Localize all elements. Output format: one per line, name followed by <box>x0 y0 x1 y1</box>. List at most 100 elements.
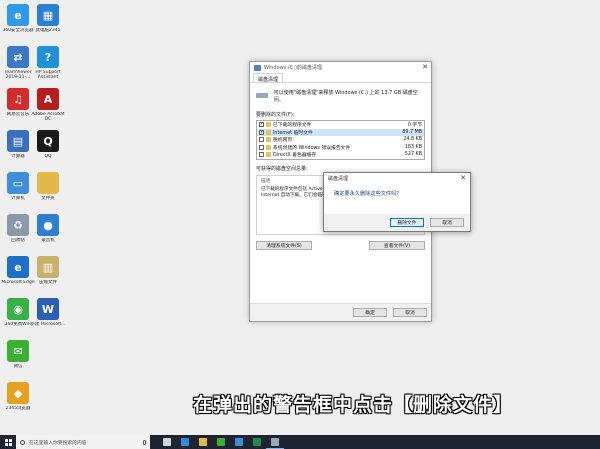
dialog-title[interactable]: 磁盘清理 <box>324 173 470 183</box>
desktop-shortcut-label: 压缩文件 <box>39 280 57 285</box>
window-title: Windows (C:)的磁盘清理 <box>264 65 322 71</box>
file-size: 527 KB <box>404 152 422 158</box>
file-row[interactable]: 已下载的程序文件 0 字节 <box>257 121 424 129</box>
drive-icon <box>256 90 268 100</box>
file-size: 0 字节 <box>407 123 422 129</box>
taskbar-apps <box>158 435 284 449</box>
confirm-dialog: 磁盘清理 ✕ 确定要永久删除这些文件吗? 删除文件 取消 <box>323 172 471 232</box>
wifi-icon: ◉ <box>7 298 29 320</box>
teamviewer-icon: ⇄ <box>7 46 29 68</box>
desktop-shortcut[interactable]: Q QQ <box>32 130 64 159</box>
windows-logo-icon <box>4 438 12 446</box>
tutorial-caption: 在弹出的警告框中点击【删除文件】 <box>193 394 514 416</box>
taskbar-search[interactable]: 在这里输入你要搜索的内容 <box>16 435 150 449</box>
desktop-shortcut-label: 录音机 <box>41 238 55 243</box>
word-icon: W <box>37 298 59 320</box>
netease-music-icon: ♫ <box>7 88 29 110</box>
file-type-icon <box>266 152 271 158</box>
360-icon: ◆ <box>7 382 29 404</box>
desktop-shortcut-label: 2345浏览器 <box>5 406 31 411</box>
explorer-taskbar-icon[interactable] <box>194 435 212 449</box>
search-icon <box>20 439 25 445</box>
file-size: 89.7 MB <box>402 129 422 135</box>
description-text: 可以使用"磁盘清理"来释放 Windows (C:) 上的 13.7 GB 磁盘… <box>273 90 418 103</box>
desktop-shortcut[interactable]: ▥ 压缩文件 <box>32 256 64 285</box>
desktop-shortcut[interactable]: ✉ 微信 <box>2 340 34 369</box>
dialog-message: 确定要永久删除这些文件吗? <box>334 191 400 197</box>
desktop-shortcut[interactable]: ● 录音机 <box>32 214 64 243</box>
search-placeholder: 在这里输入你要搜索的内容 <box>29 440 87 446</box>
file-checkbox[interactable] <box>259 152 264 158</box>
calculator-icon: ▤ <box>7 130 29 152</box>
file-checkbox[interactable] <box>259 144 264 150</box>
desktop-shortcut[interactable]: ▦ 此电脑2345 <box>32 4 64 33</box>
file-checkbox[interactable] <box>259 129 264 135</box>
tab-disk-cleanup[interactable]: 磁盘清理 <box>253 73 284 83</box>
dialog-cancel-button[interactable]: 取消 <box>430 218 464 227</box>
computer-icon: ▭ <box>7 172 29 194</box>
recorder-icon: ● <box>37 214 59 236</box>
microphone-icon[interactable] <box>143 439 146 445</box>
help-icon: ? <box>37 46 59 68</box>
desktop-shortcut[interactable]: W 新建 Microsoft... <box>30 298 66 327</box>
files-label: 要删除的文件(F): <box>256 112 295 118</box>
desktop-shortcut[interactable]: ◆ 2345浏览器 <box>2 382 34 411</box>
qq-icon: Q <box>37 130 59 152</box>
task-view-icon[interactable] <box>158 435 176 449</box>
files-list[interactable]: 已下载的程序文件 0 字节 Internet 临时文件 89.7 MB 脱机网页 24.8… <box>256 120 425 160</box>
file-row[interactable]: 系统创建的 Windows 错误报告文件 183 KB <box>257 144 424 152</box>
ie-icon: e <box>7 4 29 26</box>
taskbar: 在这里输入你要搜索的内容 <box>0 435 600 449</box>
desktop-shortcut[interactable]: A Adobe Acrobat DC <box>31 88 65 122</box>
file-type-icon <box>266 144 271 150</box>
desktop-shortcut-label: 微信 <box>13 364 23 369</box>
file-row[interactable]: Internet 临时文件 89.7 MB <box>257 128 424 136</box>
edge-icon: e <box>7 256 29 278</box>
folder-icon <box>37 172 59 194</box>
description-row: 可以使用"磁盘清理"来释放 Windows (C:) 上的 13.7 GB 磁盘… <box>256 90 425 103</box>
desktop-shortcut-label: 此电脑2345 <box>35 28 61 33</box>
desktop-shortcut-label: QQ <box>44 154 52 159</box>
recycle-bin-icon: ♻ <box>7 214 29 236</box>
file-type-icon <box>266 137 271 143</box>
edge-taskbar-icon[interactable] <box>176 435 194 449</box>
desktop-shortcut[interactable]: ? HP Support Assistant <box>32 46 64 80</box>
window-footer: 确定 取消 <box>250 303 431 321</box>
file-name: 已下载的程序文件 <box>273 123 312 129</box>
acrobat-icon: A <box>37 88 59 110</box>
file-size: 24.8 KB <box>403 137 422 143</box>
file-name: Internet 临时文件 <box>273 130 313 136</box>
clean-system-files-button[interactable]: 清理系统文件(S) <box>256 241 312 250</box>
file-name: 脱机网页 <box>273 138 293 144</box>
window-title-bar[interactable]: Windows (C:)的磁盘清理 <box>250 62 431 73</box>
file-type-icon <box>266 122 271 128</box>
browser-taskbar-icon[interactable] <box>230 435 248 449</box>
ok-button[interactable]: 确定 <box>353 308 387 317</box>
disk-cleanup-taskbar-icon[interactable] <box>266 435 284 449</box>
file-checkbox[interactable] <box>259 121 264 128</box>
pc-icon: ▦ <box>37 4 59 26</box>
disk-cleanup-icon <box>254 64 261 71</box>
wechat-taskbar-icon[interactable] <box>212 435 230 449</box>
file-size: 183 KB <box>404 144 422 150</box>
action-buttons: 清理系统文件(S) 查看文件(V) <box>256 241 425 250</box>
file-type-icon <box>266 129 271 135</box>
file-name: 系统创建的 Windows 错误报告文件 <box>273 145 351 151</box>
dialog-footer: 删除文件 取消 <box>324 214 470 231</box>
view-files-button[interactable]: 查看文件(V) <box>369 241 425 250</box>
dialog-close-icon[interactable]: ✕ <box>460 174 466 182</box>
file-name: DirectX 着色器缓存 <box>273 153 317 159</box>
close-icon[interactable]: ✕ <box>422 63 428 71</box>
start-button[interactable] <box>0 435 16 449</box>
desktop-shortcut-label: 新建 Microsoft... <box>30 322 66 327</box>
file-row[interactable]: 脱机网页 24.8 KB <box>257 136 424 144</box>
archive-icon: ▥ <box>37 256 59 278</box>
delete-files-button[interactable]: 删除文件 <box>390 218 424 227</box>
excel-taskbar-icon[interactable] <box>248 435 266 449</box>
file-row[interactable]: DirectX 着色器缓存 527 KB <box>257 151 424 159</box>
wechat-icon: ✉ <box>7 340 29 362</box>
file-checkbox[interactable] <box>259 137 264 143</box>
desktop-shortcut-label: 文件夹 <box>41 196 55 201</box>
desktop-shortcut[interactable]: 文件夹 <box>32 172 64 201</box>
cancel-button[interactable]: 取消 <box>393 308 427 317</box>
